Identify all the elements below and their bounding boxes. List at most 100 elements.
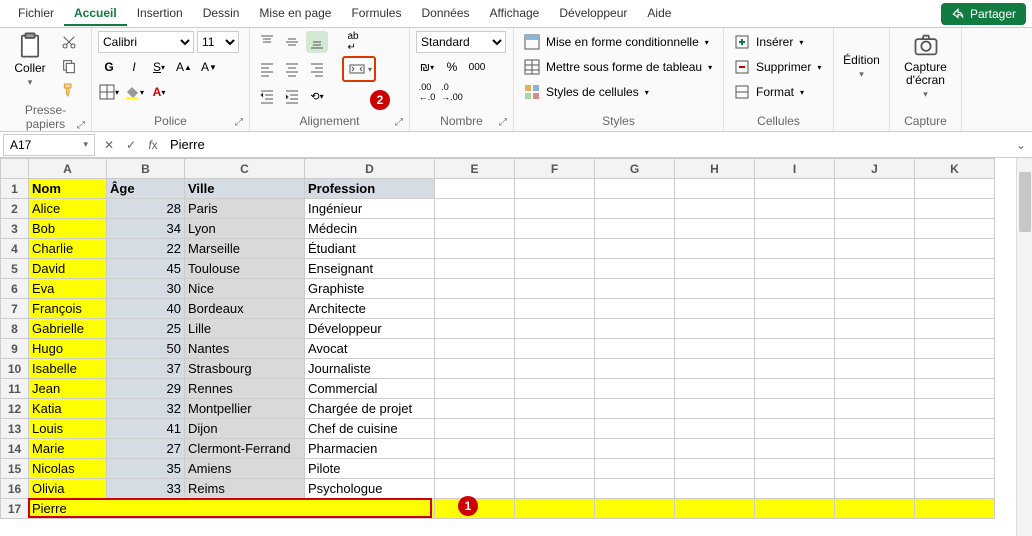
formula-bar-expand[interactable]: ⌄ (1010, 138, 1032, 152)
cell[interactable] (755, 179, 835, 199)
tab-accueil[interactable]: Accueil (64, 2, 127, 26)
cell[interactable] (515, 459, 595, 479)
cell[interactable]: Pilote (305, 459, 435, 479)
fx-button[interactable]: fx (142, 134, 164, 156)
align-left-button[interactable] (256, 58, 278, 80)
cell[interactable] (595, 259, 675, 279)
cell[interactable]: Montpellier (185, 399, 305, 419)
cell[interactable] (595, 339, 675, 359)
paste-button[interactable]: Coller ▾ (6, 31, 54, 88)
cell[interactable] (595, 399, 675, 419)
editing-button[interactable]: Édition ▾ (840, 53, 883, 80)
fill-color-button[interactable]: ▾ (123, 81, 145, 103)
column-header[interactable]: C (185, 159, 305, 179)
cell[interactable] (755, 439, 835, 459)
cell[interactable]: 22 (107, 239, 185, 259)
cell[interactable] (435, 459, 515, 479)
cell[interactable] (835, 199, 915, 219)
cell[interactable] (595, 479, 675, 499)
cell[interactable] (515, 499, 595, 519)
cell[interactable] (755, 319, 835, 339)
cell[interactable] (515, 199, 595, 219)
cell[interactable]: Dijon (185, 419, 305, 439)
cell[interactable]: Toulouse (185, 259, 305, 279)
tab-affichage[interactable]: Affichage (480, 2, 550, 26)
cell[interactable]: Graphiste (305, 279, 435, 299)
cell[interactable] (515, 179, 595, 199)
cell[interactable]: Gabrielle (29, 319, 107, 339)
cell[interactable] (675, 459, 755, 479)
align-top-button[interactable] (256, 31, 278, 53)
cell[interactable]: 29 (107, 379, 185, 399)
tab-formules[interactable]: Formules (341, 2, 411, 26)
format-as-table-button[interactable]: Mettre sous forme de tableau▾ (520, 56, 716, 78)
tab-développeur[interactable]: Développeur (549, 2, 637, 26)
cell[interactable] (435, 439, 515, 459)
cell[interactable] (755, 259, 835, 279)
align-right-button[interactable] (306, 58, 328, 80)
cell[interactable] (675, 259, 755, 279)
cell[interactable] (675, 179, 755, 199)
cell[interactable] (755, 239, 835, 259)
cell[interactable]: 28 (107, 199, 185, 219)
cell[interactable]: Enseignant (305, 259, 435, 279)
percent-button[interactable]: % (441, 56, 463, 78)
cell[interactable] (835, 319, 915, 339)
cell[interactable] (675, 479, 755, 499)
cell[interactable] (835, 339, 915, 359)
cell[interactable]: Développeur (305, 319, 435, 339)
format-cells-button[interactable]: Format▾ (730, 81, 808, 103)
cell[interactable] (595, 439, 675, 459)
cell[interactable]: Nantes (185, 339, 305, 359)
cell[interactable] (835, 419, 915, 439)
cell[interactable] (915, 419, 995, 439)
row-header[interactable]: 14 (1, 439, 29, 459)
cell[interactable]: Bob (29, 219, 107, 239)
cell[interactable]: Charlie (29, 239, 107, 259)
column-header[interactable]: J (835, 159, 915, 179)
cell[interactable] (595, 499, 675, 519)
align-bottom-button[interactable] (306, 31, 328, 53)
italic-button[interactable]: I (123, 56, 145, 78)
cell[interactable] (835, 499, 915, 519)
column-header[interactable]: A (29, 159, 107, 179)
cell[interactable] (915, 379, 995, 399)
cell[interactable]: Chef de cuisine (305, 419, 435, 439)
cell[interactable] (675, 439, 755, 459)
cell[interactable] (435, 239, 515, 259)
cell[interactable]: Nicolas (29, 459, 107, 479)
cell[interactable]: Architecte (305, 299, 435, 319)
cell[interactable] (835, 259, 915, 279)
cut-button[interactable] (58, 31, 80, 53)
row-header[interactable]: 7 (1, 299, 29, 319)
delete-cells-button[interactable]: Supprimer▾ (730, 56, 825, 78)
tab-insertion[interactable]: Insertion (127, 2, 193, 26)
scrollbar-thumb[interactable] (1019, 172, 1031, 232)
cell[interactable]: Lille (185, 319, 305, 339)
cell[interactable] (595, 379, 675, 399)
row-header[interactable]: 10 (1, 359, 29, 379)
cell[interactable] (755, 399, 835, 419)
cell[interactable] (915, 439, 995, 459)
cell[interactable] (435, 199, 515, 219)
cell[interactable] (435, 319, 515, 339)
font-color-button[interactable]: A▾ (148, 81, 170, 103)
align-center-button[interactable] (281, 58, 303, 80)
accounting-button[interactable]: ₪▾ (416, 56, 438, 78)
cell[interactable] (675, 379, 755, 399)
cell[interactable] (835, 439, 915, 459)
cell[interactable] (755, 479, 835, 499)
row-header[interactable]: 4 (1, 239, 29, 259)
cell[interactable] (755, 499, 835, 519)
cell[interactable] (675, 419, 755, 439)
cell[interactable]: Olivia (29, 479, 107, 499)
cell[interactable]: Marseille (185, 239, 305, 259)
cell[interactable]: Marie (29, 439, 107, 459)
cell[interactable]: 30 (107, 279, 185, 299)
font-size-combo[interactable]: 11 (197, 31, 239, 53)
cell[interactable] (835, 399, 915, 419)
cell[interactable] (915, 479, 995, 499)
cell[interactable] (915, 399, 995, 419)
cell[interactable] (435, 339, 515, 359)
cell[interactable] (595, 199, 675, 219)
